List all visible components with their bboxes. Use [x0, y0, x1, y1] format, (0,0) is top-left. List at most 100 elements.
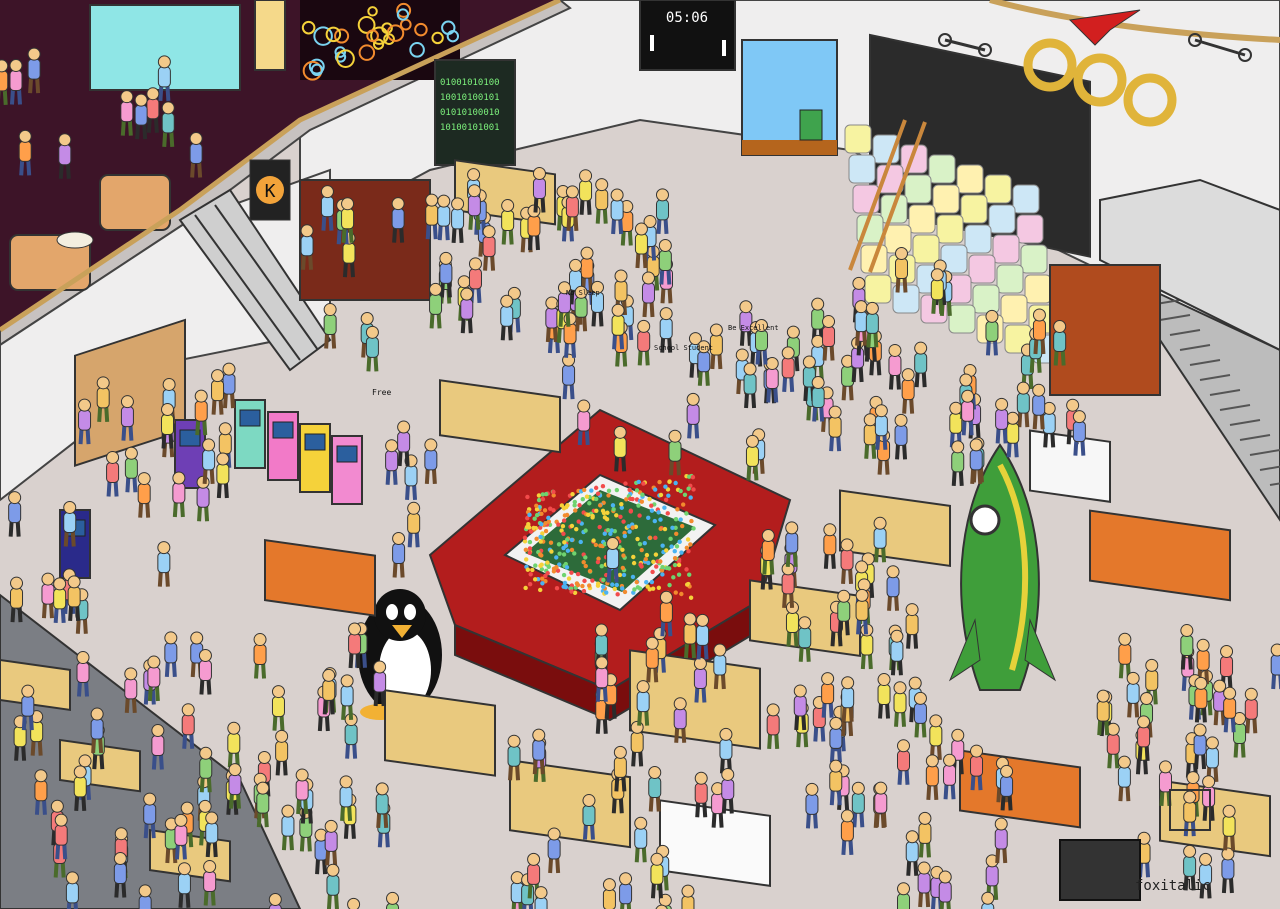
ball: [637, 586, 643, 591]
ball: [610, 503, 616, 508]
ball: [631, 560, 637, 566]
ball: [688, 542, 693, 547]
ball: [639, 499, 645, 504]
ball: [643, 556, 648, 562]
foam-cube: [932, 184, 960, 214]
arcade-screen: [336, 445, 358, 463]
ball: [534, 503, 539, 508]
ball: [687, 572, 692, 577]
foam-cube: [936, 214, 964, 244]
ball: [561, 518, 567, 523]
ball: [530, 567, 535, 573]
ball: [660, 543, 665, 548]
foam-cube: [972, 284, 1000, 314]
ball: [656, 585, 662, 590]
ball: [561, 531, 566, 536]
ball: [565, 548, 571, 553]
ball: [602, 531, 607, 536]
ball: [686, 486, 691, 491]
ball: [619, 501, 624, 507]
ball: [688, 595, 694, 600]
ball: [614, 582, 619, 588]
ball: [645, 584, 650, 589]
ball: [562, 580, 568, 586]
person: [268, 893, 282, 909]
ball: [667, 479, 672, 484]
ball: [536, 497, 542, 503]
ball: [551, 508, 556, 513]
binary-line-3: 01010100010: [440, 108, 500, 118]
ball: [671, 575, 676, 580]
ball: [682, 492, 688, 497]
person: [386, 891, 400, 909]
foam-cube: [960, 194, 988, 224]
arcade-screen: [239, 409, 261, 427]
ball: [669, 544, 674, 549]
foam-cube: [988, 204, 1016, 234]
ball: [540, 581, 545, 586]
ball: [639, 547, 644, 553]
ball: [622, 533, 628, 539]
ball: [546, 564, 551, 569]
ball: [562, 513, 568, 518]
ball: [605, 527, 611, 533]
mario-screen: [741, 39, 838, 156]
ball: [545, 560, 550, 565]
ball: [632, 587, 637, 592]
ball: [569, 589, 574, 594]
arcade-screen: [272, 421, 294, 439]
ball: [675, 507, 680, 512]
ball: [627, 487, 632, 493]
ball: [667, 582, 672, 588]
person: [681, 884, 695, 909]
ball: [647, 496, 652, 502]
ball: [570, 492, 575, 497]
ball: [538, 587, 543, 593]
foam-cube: [844, 124, 872, 154]
ball: [581, 487, 587, 493]
ball: [658, 517, 663, 522]
binary-line-2: 10010100101: [440, 93, 500, 103]
person: [981, 891, 995, 909]
ball: [577, 503, 582, 508]
ball: [610, 582, 615, 587]
ball: [673, 516, 679, 522]
ball: [597, 503, 603, 508]
ball: [569, 537, 575, 543]
ball: [684, 582, 690, 587]
binary-line-1: 01001010100: [440, 78, 500, 88]
ball: [673, 480, 678, 486]
ball: [594, 496, 599, 502]
person: [619, 872, 633, 909]
foam-cube: [964, 224, 992, 254]
ball: [528, 572, 533, 577]
ball: [576, 519, 581, 524]
ball: [621, 553, 626, 558]
ball: [523, 547, 529, 553]
ball: [549, 549, 554, 554]
table: [384, 689, 496, 777]
ball: [556, 542, 562, 547]
arcade-screen: [304, 433, 326, 451]
ball: [593, 485, 599, 491]
ball: [561, 572, 567, 578]
pong-paddle-2: [722, 40, 726, 56]
ball: [666, 493, 671, 498]
ball: [664, 548, 669, 553]
foam-cube: [908, 204, 936, 234]
ball: [638, 562, 643, 567]
ball: [649, 503, 654, 508]
ball: [584, 494, 590, 499]
ball: [649, 579, 655, 585]
ball: [689, 518, 694, 524]
ball: [684, 567, 689, 572]
ball: [621, 572, 627, 578]
ball: [672, 548, 677, 554]
foam-cube: [1016, 214, 1044, 244]
ball: [575, 571, 581, 577]
ball: [677, 539, 682, 544]
ball: [546, 519, 552, 524]
ball: [641, 481, 646, 486]
ball: [532, 577, 538, 582]
pong-paddle: [650, 35, 654, 51]
